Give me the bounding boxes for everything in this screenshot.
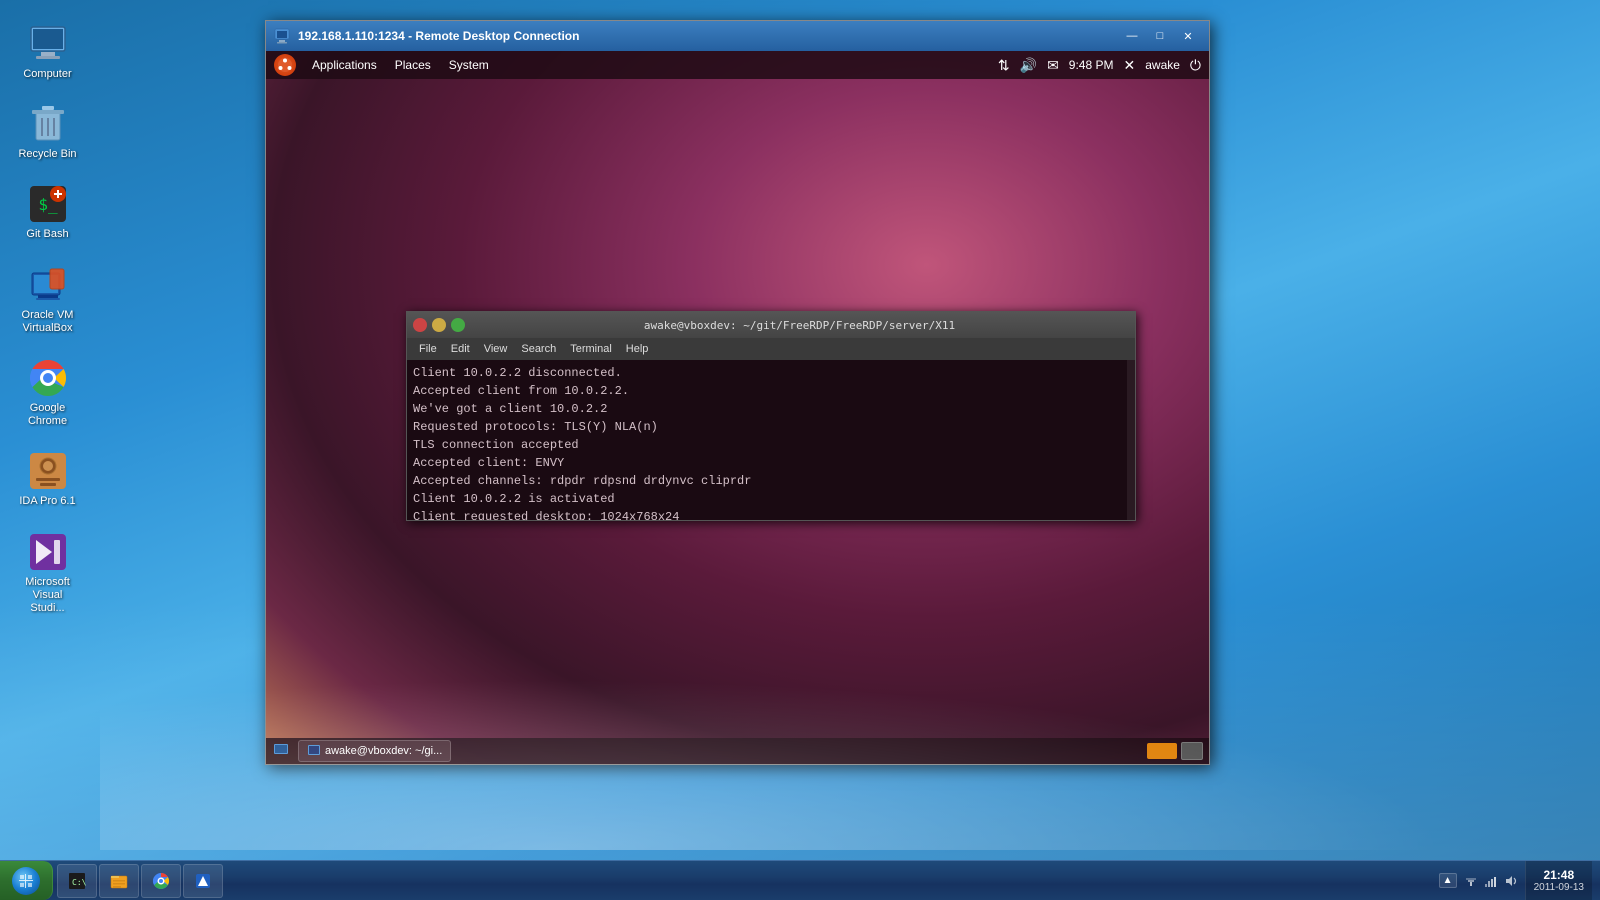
terminal-search-menu[interactable]: Search <box>515 342 562 356</box>
system-tray: ▲ <box>1431 861 1600 900</box>
terminal-window: awake@vboxdev: ~/git/FreeRDP/FreeRDP/ser… <box>406 311 1136 521</box>
virtualbox-label: Oracle VM VirtualBox <box>14 309 81 335</box>
tray-icons <box>1463 873 1519 889</box>
terminal-line-1: Accepted client from 10.0.2.2. <box>413 382 1129 400</box>
desktop-icon-git-bash[interactable]: $_ Git Bash <box>10 180 85 245</box>
ubuntu-panel-right: ⇅ 🔊 ✉ 9:48 PM ✕ awake ⏻ <box>998 57 1201 74</box>
desktop-icon-recycle[interactable]: Recycle Bin <box>10 100 85 165</box>
ubuntu-places-menu[interactable]: Places <box>387 56 439 74</box>
terminal-line-6: Accepted channels: rdpdr rdpsnd drdynvc … <box>413 472 1129 490</box>
ubuntu-username: awake <box>1145 58 1180 72</box>
tray-signal-icon[interactable] <box>1483 873 1499 889</box>
terminal-line-2: We've got a client 10.0.2.2 <box>413 400 1129 418</box>
system-clock[interactable]: 21:48 2011-09-13 <box>1525 861 1592 900</box>
clock-date: 2011-09-13 <box>1534 882 1584 893</box>
ida-pro-icon <box>28 451 68 491</box>
rdp-titlebar: 192.168.1.110:1234 - Remote Desktop Conn… <box>266 21 1209 51</box>
taskbar-item-cmd[interactable]: C:\ <box>57 864 97 898</box>
terminal-terminal-menu[interactable]: Terminal <box>564 342 618 356</box>
ubuntu-desktop: Applications Places System ⇅ 🔊 ✉ 9:48 PM… <box>266 51 1209 764</box>
terminal-title: awake@vboxdev: ~/git/FreeRDP/FreeRDP/ser… <box>470 319 1129 332</box>
windows-taskbar: C:\ <box>0 860 1600 900</box>
start-orb <box>12 867 40 895</box>
cmd-icon: C:\ <box>68 872 86 890</box>
terminal-file-menu[interactable]: File <box>413 342 443 356</box>
git-bash-label: Git Bash <box>26 228 68 241</box>
ubuntu-clock: 9:48 PM <box>1069 58 1114 72</box>
ubuntu-mail-icon[interactable]: ✉ <box>1047 57 1059 74</box>
ubuntu-taskbar-item-label: awake@vboxdev: ~/gi... <box>325 745 442 757</box>
ubuntu-taskbar-right <box>1147 742 1203 760</box>
ubuntu-logo-icon[interactable] <box>274 54 296 76</box>
terminal-titlebar: awake@vboxdev: ~/git/FreeRDP/FreeRDP/ser… <box>407 312 1135 338</box>
visual-studio-icon <box>28 532 68 572</box>
rdp-close-button[interactable]: ✕ <box>1175 25 1201 47</box>
chrome-label: Google Chrome <box>14 402 81 428</box>
chrome-taskbar-icon <box>152 872 170 890</box>
taskbar-item-explorer[interactable] <box>99 864 139 898</box>
taskbar-items: C:\ <box>53 861 1431 900</box>
virtualbox-icon <box>28 265 68 305</box>
terminal-edit-menu[interactable]: Edit <box>445 342 476 356</box>
chrome-icon <box>28 358 68 398</box>
terminal-line-0: Client 10.0.2.2 disconnected. <box>413 364 1129 382</box>
setup-icon <box>194 872 212 890</box>
terminal-close-button[interactable] <box>413 318 427 332</box>
rdp-window-controls: — □ ✕ <box>1119 25 1201 47</box>
terminal-line-7: Client 10.0.2.2 is activated <box>413 490 1129 508</box>
terminal-help-menu[interactable]: Help <box>620 342 655 356</box>
desktop-icon-computer[interactable]: Computer <box>10 20 85 85</box>
explorer-icon <box>110 872 128 890</box>
terminal-line-4: TLS connection accepted <box>413 436 1129 454</box>
ubuntu-taskbar-item[interactable]: awake@vboxdev: ~/gi... <box>298 740 451 762</box>
tray-network-icon[interactable] <box>1463 873 1479 889</box>
ubuntu-system-menu[interactable]: System <box>441 56 497 74</box>
git-bash-icon: $_ <box>28 184 68 224</box>
desktop-icon-area: Computer Recycle Bin $_ <box>10 20 85 619</box>
visual-studio-label: Microsoft Visual Studi... <box>14 576 81 616</box>
start-button[interactable] <box>0 861 53 900</box>
ubuntu-power-icon[interactable]: ⏻ <box>1190 57 1201 74</box>
ida-pro-label: IDA Pro 6.1 <box>19 495 75 508</box>
computer-icon <box>28 24 68 64</box>
taskbar-item-setup[interactable] <box>183 864 223 898</box>
terminal-view-menu[interactable]: View <box>478 342 514 356</box>
ubuntu-network-icon[interactable]: ⇅ <box>998 57 1010 74</box>
rdp-window: 192.168.1.110:1234 - Remote Desktop Conn… <box>265 20 1210 765</box>
ubuntu-task-close[interactable] <box>1181 742 1203 760</box>
svg-text:C:\: C:\ <box>72 878 86 887</box>
ubuntu-taskbar-icon <box>272 741 292 761</box>
terminal-maximize-button[interactable] <box>451 318 465 332</box>
rdp-minimize-button[interactable]: — <box>1119 25 1145 47</box>
desktop-icon-virtualbox[interactable]: Oracle VM VirtualBox <box>10 261 85 339</box>
tray-volume-icon[interactable] <box>1503 873 1519 889</box>
recycle-bin-icon <box>28 104 68 144</box>
terminal-line-8: Client requested desktop: 1024x768x24 <box>413 508 1129 520</box>
terminal-minimize-button[interactable] <box>432 318 446 332</box>
taskbar-item-chrome[interactable] <box>141 864 181 898</box>
desktop-icon-visual-studio[interactable]: Microsoft Visual Studi... <box>10 528 85 620</box>
ubuntu-menu-bar: Applications Places System <box>304 56 497 74</box>
rdp-title-text: 192.168.1.110:1234 - Remote Desktop Conn… <box>298 29 1113 43</box>
clock-time: 21:48 <box>1543 868 1574 882</box>
rdp-title-icon <box>274 27 292 45</box>
ubuntu-panel: Applications Places System ⇅ 🔊 ✉ 9:48 PM… <box>266 51 1209 79</box>
rdp-maximize-button[interactable]: □ <box>1147 25 1173 47</box>
desktop-icon-chrome[interactable]: Google Chrome <box>10 354 85 432</box>
terminal-scrollbar[interactable] <box>1127 360 1135 520</box>
tray-expand-button[interactable]: ▲ <box>1439 873 1457 888</box>
ubuntu-volume-icon[interactable]: 🔊 <box>1020 57 1037 74</box>
ubuntu-applications-menu[interactable]: Applications <box>304 56 385 74</box>
terminal-content: Client 10.0.2.2 disconnected. Accepted c… <box>407 360 1135 520</box>
ubuntu-task-orange-indicator <box>1147 743 1177 759</box>
terminal-line-5: Accepted client: ENVY <box>413 454 1129 472</box>
desktop-icon-ida-pro[interactable]: IDA Pro 6.1 <box>10 447 85 512</box>
terminal-menu-bar: File Edit View Search Terminal Help <box>407 338 1135 360</box>
ubuntu-power-icon-decoration: ✕ <box>1124 57 1136 74</box>
recycle-bin-label: Recycle Bin <box>18 148 76 161</box>
computer-icon-label: Computer <box>23 68 71 81</box>
ubuntu-taskbar: awake@vboxdev: ~/gi... <box>266 738 1209 764</box>
terminal-line-3: Requested protocols: TLS(Y) NLA(n) <box>413 418 1129 436</box>
windows-desktop: Computer Recycle Bin $_ <box>0 0 1600 900</box>
